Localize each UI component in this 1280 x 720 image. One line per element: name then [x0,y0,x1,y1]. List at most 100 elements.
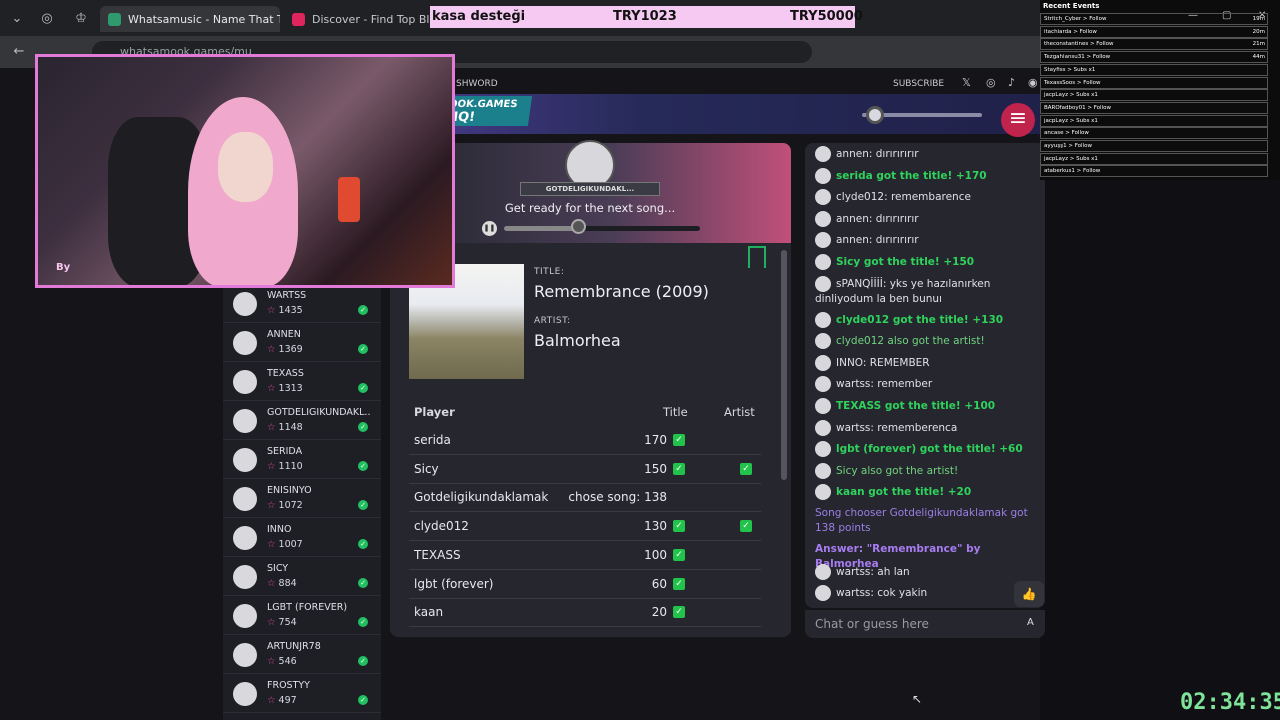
tiktok-icon[interactable]: ♪ [1008,76,1015,89]
extension-crown-icon[interactable]: ♔ [70,8,92,30]
star-icon: ☆ [267,422,276,433]
chat-message: kaan got the title! +20 [815,484,1037,501]
player-score: ☆ 1369 [267,344,303,355]
event-text: Stayfiss > Subs x1 [1044,66,1096,73]
star-icon: ☆ [267,344,276,355]
chat-message: annen: dırırırırır [815,210,1037,227]
chat-message: wartss: ah lan [815,563,1037,580]
event-item: Stritch_Cyber > Follow 19m [1040,13,1268,25]
nav-link[interactable]: SHWORD [456,79,498,89]
event-item: theconstantines > Follow 21m [1040,38,1268,51]
player-cell: Gotdeligikundaklamak [414,490,549,505]
title-check-icon: ✓ [673,462,685,475]
chat-message: clyde012 got the title! +130 [815,311,1037,328]
check-icon: ✓ [358,500,368,510]
donation-current: TRY1023 [613,9,677,24]
player-name: ENISINYO [267,485,312,496]
chat-input[interactable]: Chat or guess here A [805,610,1045,638]
chat-text: clyde012 got the title! +130 [836,313,1004,326]
leaderboard-item: FROSTYY ☆ 497 ✓ [223,675,381,713]
check-icon: ✓ [358,539,368,549]
tab-whatsamusic[interactable]: Whatsamusic - Name That Tun ✕ [100,6,280,32]
avatar [233,331,257,355]
like-button[interactable]: 👍 [1014,581,1044,607]
avatar [233,370,257,394]
chat-message: clyde012: remembarence [815,189,1037,206]
chat-message: wartss: rememberenca [815,419,1037,436]
song-title: Remembrance (2009) [534,282,709,301]
discord-icon[interactable]: ◉ [1028,76,1038,89]
top-nav: SHWORD SUBSCRIBE 𝕏 ◎ ♪ ◉ [440,76,1040,92]
title-cell: 130 [644,519,667,534]
artist-check-icon: ✓ [740,520,752,533]
star-icon: ☆ [267,617,276,628]
chat-text: clyde012: remembarence [836,191,971,204]
event-text: BAROfadboy01 > Follow [1044,104,1111,111]
twitter-icon[interactable]: 𝕏 [962,76,971,89]
chat-text: wartss: rememberenca [836,421,958,434]
score-value: 1072 [278,500,303,511]
player-score: ☆ 497 [267,695,297,706]
artist-label: ARTIST: [534,316,571,326]
table-row: kaan 20 ✓ [409,598,761,628]
player-name: SERIDA [267,446,303,457]
event-text: jacpLayz > Subs x1 [1044,117,1098,124]
player-cell: Sicy [414,461,439,476]
leaderboard-item: WARTSS ☆ 1435 ✓ [223,285,381,323]
event-time: 19m [1252,16,1265,22]
event-item: jacpLayz > Subs x1 [1040,114,1268,127]
player-cell: TEXASS [414,547,461,562]
table-row: serida 170 ✓ [409,426,761,455]
player-score: ☆ 1148 [267,422,303,433]
recent-events-title: Recent Events [1043,2,1100,10]
player-name: SICY [267,563,289,574]
chat-message: TEXASS got the title! +100 [815,398,1037,414]
back-icon[interactable]: ← [8,41,30,63]
whatsamusic-favicon-icon [108,12,121,26]
chat-text: wartss: ah lan [836,565,910,578]
chat-text: annen: dırırırırır [836,234,919,247]
chat-message: wartss: remember [815,376,1037,393]
score-value: 1435 [278,305,303,316]
player-score: ☆ 1435 [267,305,303,316]
chat-message: serida got the title! +170 [815,167,1037,184]
logo-text: OOK.GAMES [448,99,519,110]
leaderboard-item: LGBT (FOREVER) ☆ 754 ✓ [223,597,381,635]
pause-button[interactable]: ❚❚ [482,221,497,236]
title-cell: 20 [651,605,667,620]
title-check-icon: ✓ [673,434,685,446]
avatar [815,333,831,350]
volume-slider-handle[interactable] [866,106,884,124]
tab-search-icon[interactable]: ⌄ [6,8,28,30]
chat-text: wartss: remember [836,378,933,391]
avatar [233,604,257,628]
avatar [815,146,831,162]
bookmark-icon[interactable] [748,246,766,268]
avatar [815,189,831,206]
event-text: ataberkus1 > Follow [1044,168,1101,175]
star-icon: ☆ [267,539,276,550]
table-row: TEXASS 100 ✓ [409,541,761,570]
avatar [815,210,831,227]
menu-button[interactable]: ≡ [1001,103,1035,137]
check-icon: ✓ [358,578,368,588]
avatar [233,643,257,667]
avatar [815,167,831,184]
scrollbar[interactable] [781,250,787,480]
star-icon: ☆ [267,656,276,667]
check-icon: ✓ [358,656,368,666]
subscribe-link[interactable]: SUBSCRIBE [893,79,944,89]
player-name: LGBT (FOREVER) [267,602,348,613]
chat-message: Song chooser Gotdeligikundaklamak got 13… [815,506,1037,536]
score-value: 497 [278,695,297,706]
event-item: Stayfiss > Subs x1 [1040,63,1268,76]
chat-message: INNO: REMEMBER [815,354,1037,371]
avatar [815,232,831,249]
score-value: 884 [278,578,297,589]
instagram-icon[interactable]: ◎ [986,76,996,89]
globe-icon[interactable]: ◎ [36,8,58,30]
leaderboard: WARTSS ☆ 1435 ✓ ANNEN ☆ 1369 ✓ TEXASS ☆ 1313 ✓ GOTDE… [223,285,381,720]
tab-discover[interactable]: Discover - Find Top Blerps, S [284,6,429,32]
event-item: itachiarda > Follow 20m [1040,25,1268,38]
chat-message: Sicy also got the artist! [815,462,1037,479]
